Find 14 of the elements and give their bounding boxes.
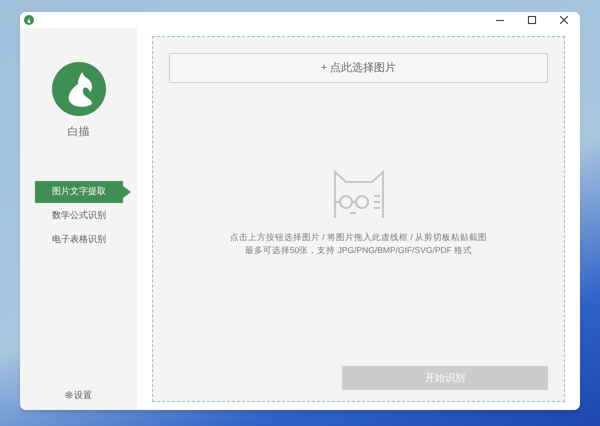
gear-icon <box>65 391 73 400</box>
pointer-icon <box>123 186 131 198</box>
select-image-button[interactable]: + 点此选择图片 <box>169 53 548 83</box>
nav-item[interactable]: 电子表格识别 <box>35 228 123 250</box>
cat-logo-icon <box>24 15 34 25</box>
settings-button[interactable]: 设置 <box>65 388 92 402</box>
maximize-icon <box>528 16 536 24</box>
app-name: 白描 <box>68 125 90 140</box>
close-icon <box>560 16 568 24</box>
nav-item[interactable]: 数学公式识别 <box>35 204 123 226</box>
cat-with-glasses-icon <box>332 170 386 220</box>
cat-logo-icon <box>52 62 106 116</box>
hint-text: 最多可选择50张，支持 JPG/PNG/BMP/GIF/SVG/PDF 格式 <box>244 244 472 257</box>
hint-text: 点击上方按钮选择图片 / 将图片拖入此虚线框 / 从剪切板粘贴截图 <box>230 231 488 244</box>
